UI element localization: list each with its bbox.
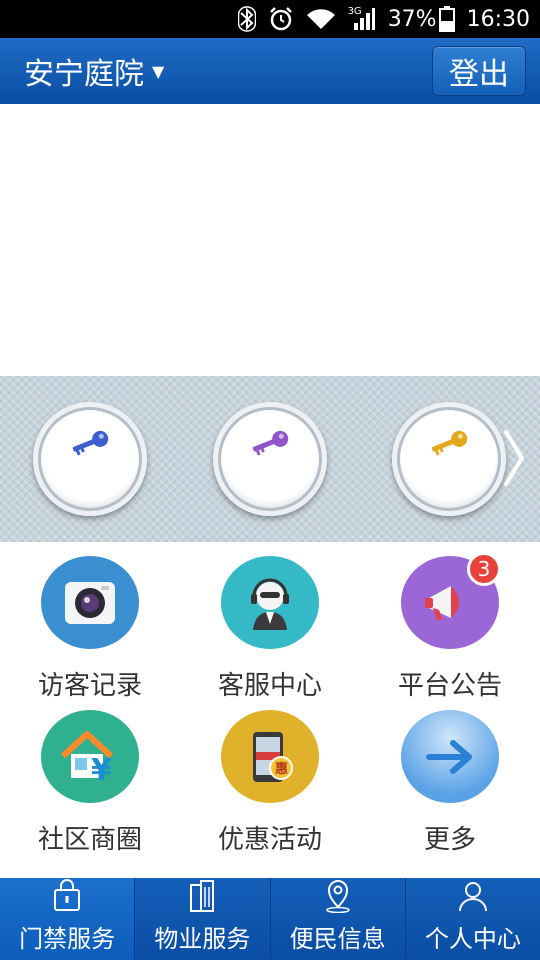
headset-agent-icon [221, 556, 319, 649]
grid-item-announcements[interactable]: 3 平台公告 [360, 542, 540, 702]
app-root: 3G 37% 16:30 安宁庭院 ▼ 登出 访客记录 客服中心 3 平台公告 … [0, 0, 540, 960]
app-header: 安宁庭院 ▼ 登出 [0, 38, 540, 104]
svg-text:¥: ¥ [91, 753, 112, 788]
grid-item-visitor-records[interactable]: 访客记录 [0, 542, 180, 702]
camera-icon [41, 556, 139, 649]
user-icon [458, 882, 487, 912]
alarm-icon [268, 5, 294, 33]
signal-icon: 3G [348, 5, 376, 33]
service-grid: 访客记录 客服中心 3 平台公告 ¥ 社区商圈 惠 优惠活动 更多 [0, 542, 540, 878]
tab-label: 门禁服务 [19, 925, 116, 953]
building-icon [190, 880, 215, 912]
bluetooth-icon [237, 5, 256, 33]
tab-label: 便民信息 [289, 925, 386, 953]
wifi-icon [306, 5, 336, 33]
notification-badge: 3 [467, 552, 501, 586]
lock-bag-icon [54, 879, 81, 911]
community-name: 安宁庭院 [24, 57, 144, 92]
door-key-button-2[interactable] [213, 402, 327, 516]
chevron-right-icon[interactable] [502, 428, 526, 488]
phone-discount-icon: 惠 [221, 710, 319, 803]
status-bar: 3G 37% 16:30 [0, 0, 540, 38]
house-currency-icon: ¥ [41, 710, 139, 803]
logout-button[interactable]: 登出 [432, 46, 526, 96]
grid-label: 更多 [423, 825, 476, 855]
location-pin-icon [325, 880, 350, 913]
tab-property-service[interactable]: 物业服务 [135, 878, 271, 960]
grid-item-more[interactable]: 更多 [360, 696, 540, 856]
grid-item-community-shops[interactable]: ¥ 社区商圈 [0, 696, 180, 856]
battery-icon [438, 5, 455, 33]
tab-convenience-info[interactable]: 便民信息 [270, 878, 406, 960]
tab-label: 物业服务 [154, 925, 251, 953]
key-purple-icon [252, 430, 289, 456]
bottom-tab-bar: 门禁服务 物业服务 便民信息 个人中心 [0, 878, 540, 960]
tab-label: 个人中心 [424, 925, 521, 953]
grid-label: 优惠活动 [217, 825, 322, 855]
svg-text:惠: 惠 [275, 761, 288, 777]
key-gold-icon [431, 430, 468, 456]
banner-area [0, 104, 540, 376]
door-key-button-1[interactable] [33, 402, 147, 516]
network-type: 3G [347, 5, 362, 17]
arrow-right-icon [401, 710, 499, 803]
community-selector[interactable]: 安宁庭院 ▼ [24, 49, 164, 93]
grid-label: 社区商圈 [37, 825, 142, 855]
key-blue-icon [72, 430, 109, 456]
megaphone-icon: 3 [401, 552, 501, 649]
tab-access-control[interactable]: 门禁服务 [0, 878, 136, 960]
tab-personal-center[interactable]: 个人中心 [405, 878, 540, 960]
battery-percent: 37% [387, 6, 437, 32]
door-key-strip [0, 376, 540, 542]
caret-down-icon: ▼ [152, 61, 165, 81]
clock-time: 16:30 [466, 6, 530, 32]
grid-item-promotions[interactable]: 惠 优惠活动 [180, 696, 360, 856]
door-key-button-3[interactable] [392, 402, 506, 516]
grid-item-customer-service[interactable]: 客服中心 [180, 542, 360, 702]
